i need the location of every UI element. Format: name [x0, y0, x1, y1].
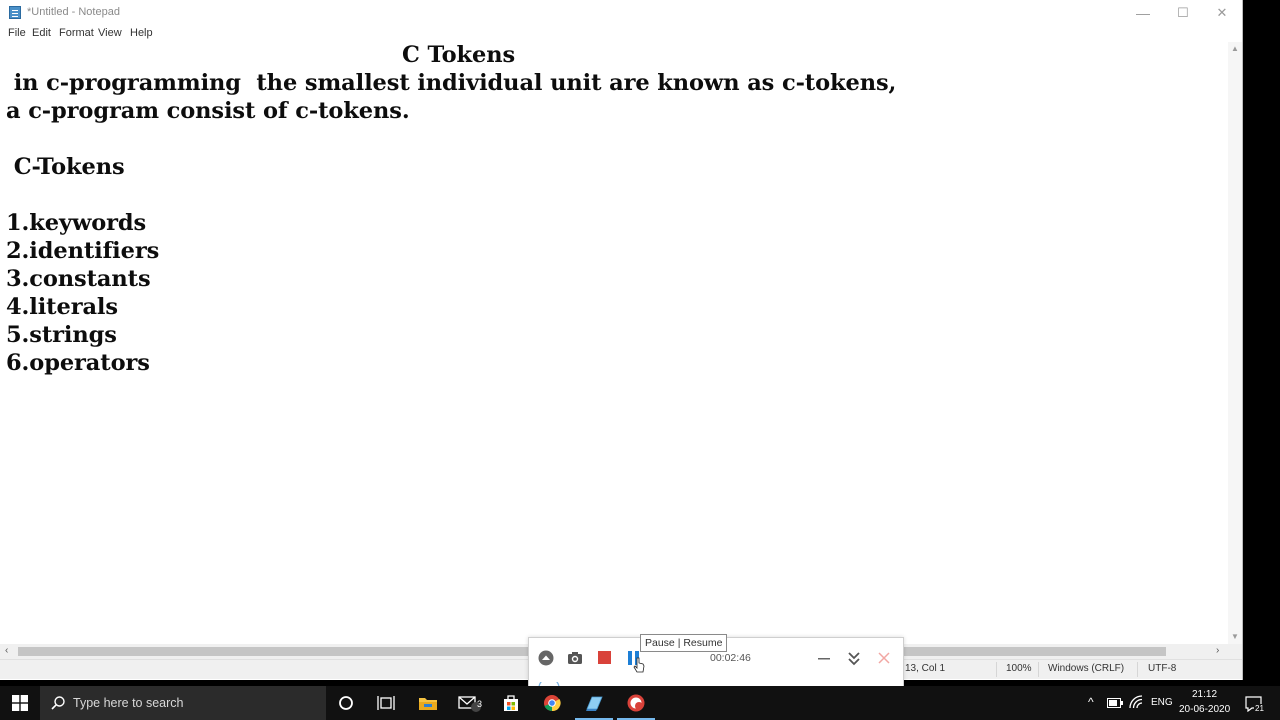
store-bag-icon [504, 695, 518, 711]
close-button[interactable]: ✕ [1202, 0, 1242, 26]
menu-edit[interactable]: Edit [32, 27, 51, 39]
minimize-button[interactable]: — [1123, 0, 1163, 26]
scroll-right-icon[interactable]: › [1216, 645, 1219, 656]
status-divider [1038, 662, 1039, 677]
document-line: C Tokens [402, 42, 516, 68]
cortana-button[interactable] [326, 686, 366, 720]
window-title: *Untitled - Notepad [27, 6, 120, 18]
notepad-app-icon [9, 6, 21, 19]
menu-bar: File Edit Format View Help [0, 26, 1242, 42]
clock-time[interactable]: 21:12 [1192, 689, 1217, 700]
stop-recording-icon[interactable] [598, 651, 611, 664]
document-line: a c-program consist of c-tokens. [6, 98, 410, 124]
windows-logo-icon [12, 695, 28, 711]
chrome-button[interactable] [532, 686, 572, 720]
search-icon [51, 696, 65, 710]
scroll-up-icon[interactable]: ▲ [1231, 44, 1239, 53]
title-bar[interactable]: *Untitled - Notepad — ☐ ✕ [0, 0, 1242, 26]
minimize-recorder-icon[interactable] [817, 651, 831, 665]
record-icon [627, 694, 645, 712]
menu-format[interactable]: Format [59, 27, 94, 39]
notepad-icon [586, 696, 603, 711]
collapse-up-icon[interactable] [538, 650, 554, 666]
folder-icon [419, 698, 437, 710]
double-chevron-down-icon[interactable] [847, 650, 861, 666]
document-line: 5.strings [6, 322, 117, 348]
task-view-icon [377, 696, 395, 710]
menu-view[interactable]: View [98, 27, 122, 39]
status-divider [1137, 662, 1138, 677]
document-line: 3.constants [6, 266, 151, 292]
scroll-down-icon[interactable]: ▼ [1231, 632, 1239, 641]
camera-icon[interactable] [567, 651, 583, 665]
file-explorer-button[interactable] [408, 686, 448, 720]
wifi-icon[interactable] [1128, 695, 1144, 709]
mail-badge: 3 [477, 699, 483, 709]
scroll-left-icon[interactable]: ‹ [5, 645, 8, 656]
chrome-icon [544, 695, 561, 712]
maximize-button[interactable]: ☐ [1163, 0, 1203, 26]
close-recorder-icon[interactable] [877, 651, 891, 665]
scrollbar-corner [1228, 644, 1242, 659]
mouse-cursor-icon [633, 657, 645, 673]
document-line: C-Tokens [6, 154, 125, 180]
task-view-button[interactable] [366, 686, 406, 720]
pause-resume-tooltip: Pause | Resume [640, 634, 728, 652]
cortana-circle-icon [339, 696, 353, 710]
language-indicator[interactable]: ENG [1151, 697, 1173, 708]
document-line: in c-programming the smallest individual… [6, 70, 897, 96]
battery-icon[interactable] [1107, 698, 1123, 708]
taskbar-search-box[interactable]: Type here to search [40, 686, 326, 720]
zoom-level: 100% [1006, 663, 1032, 674]
clock-date[interactable]: 20-06-2020 [1179, 704, 1230, 715]
line-ending: Windows (CRLF) [1048, 663, 1125, 674]
cursor-position: 13, Col 1 [905, 663, 946, 674]
search-placeholder: Type here to search [73, 696, 184, 710]
mail-button[interactable]: 3 [450, 686, 490, 720]
notepad-window: *Untitled - Notepad — ☐ ✕ File Edit Form… [0, 0, 1243, 680]
document-line: 6.operators [6, 350, 150, 376]
recorder-taskbar-button[interactable] [616, 686, 656, 720]
recording-timer: 00:02:46 [710, 652, 751, 664]
status-divider [996, 662, 997, 677]
document-line: 2.identifiers [6, 238, 160, 264]
menu-file[interactable]: File [8, 27, 26, 39]
encoding: UTF-8 [1148, 663, 1177, 674]
menu-help[interactable]: Help [130, 27, 153, 39]
vertical-scrollbar[interactable]: ▲ ▼ [1228, 42, 1242, 644]
store-button[interactable] [491, 686, 531, 720]
start-button[interactable] [0, 686, 40, 720]
windows-taskbar: Type here to search 3 ^ ENG 21:12 20-06-… [0, 686, 1280, 720]
tray-expand-icon[interactable]: ^ [1088, 695, 1094, 709]
text-editor-area[interactable]: C Tokens in c-programming the smallest i… [0, 42, 1228, 644]
notification-count: 21 [1254, 704, 1265, 713]
document-line: 4.literals [6, 294, 118, 320]
notepad-taskbar-button[interactable] [574, 686, 614, 720]
document-line: 1.keywords [6, 210, 147, 236]
